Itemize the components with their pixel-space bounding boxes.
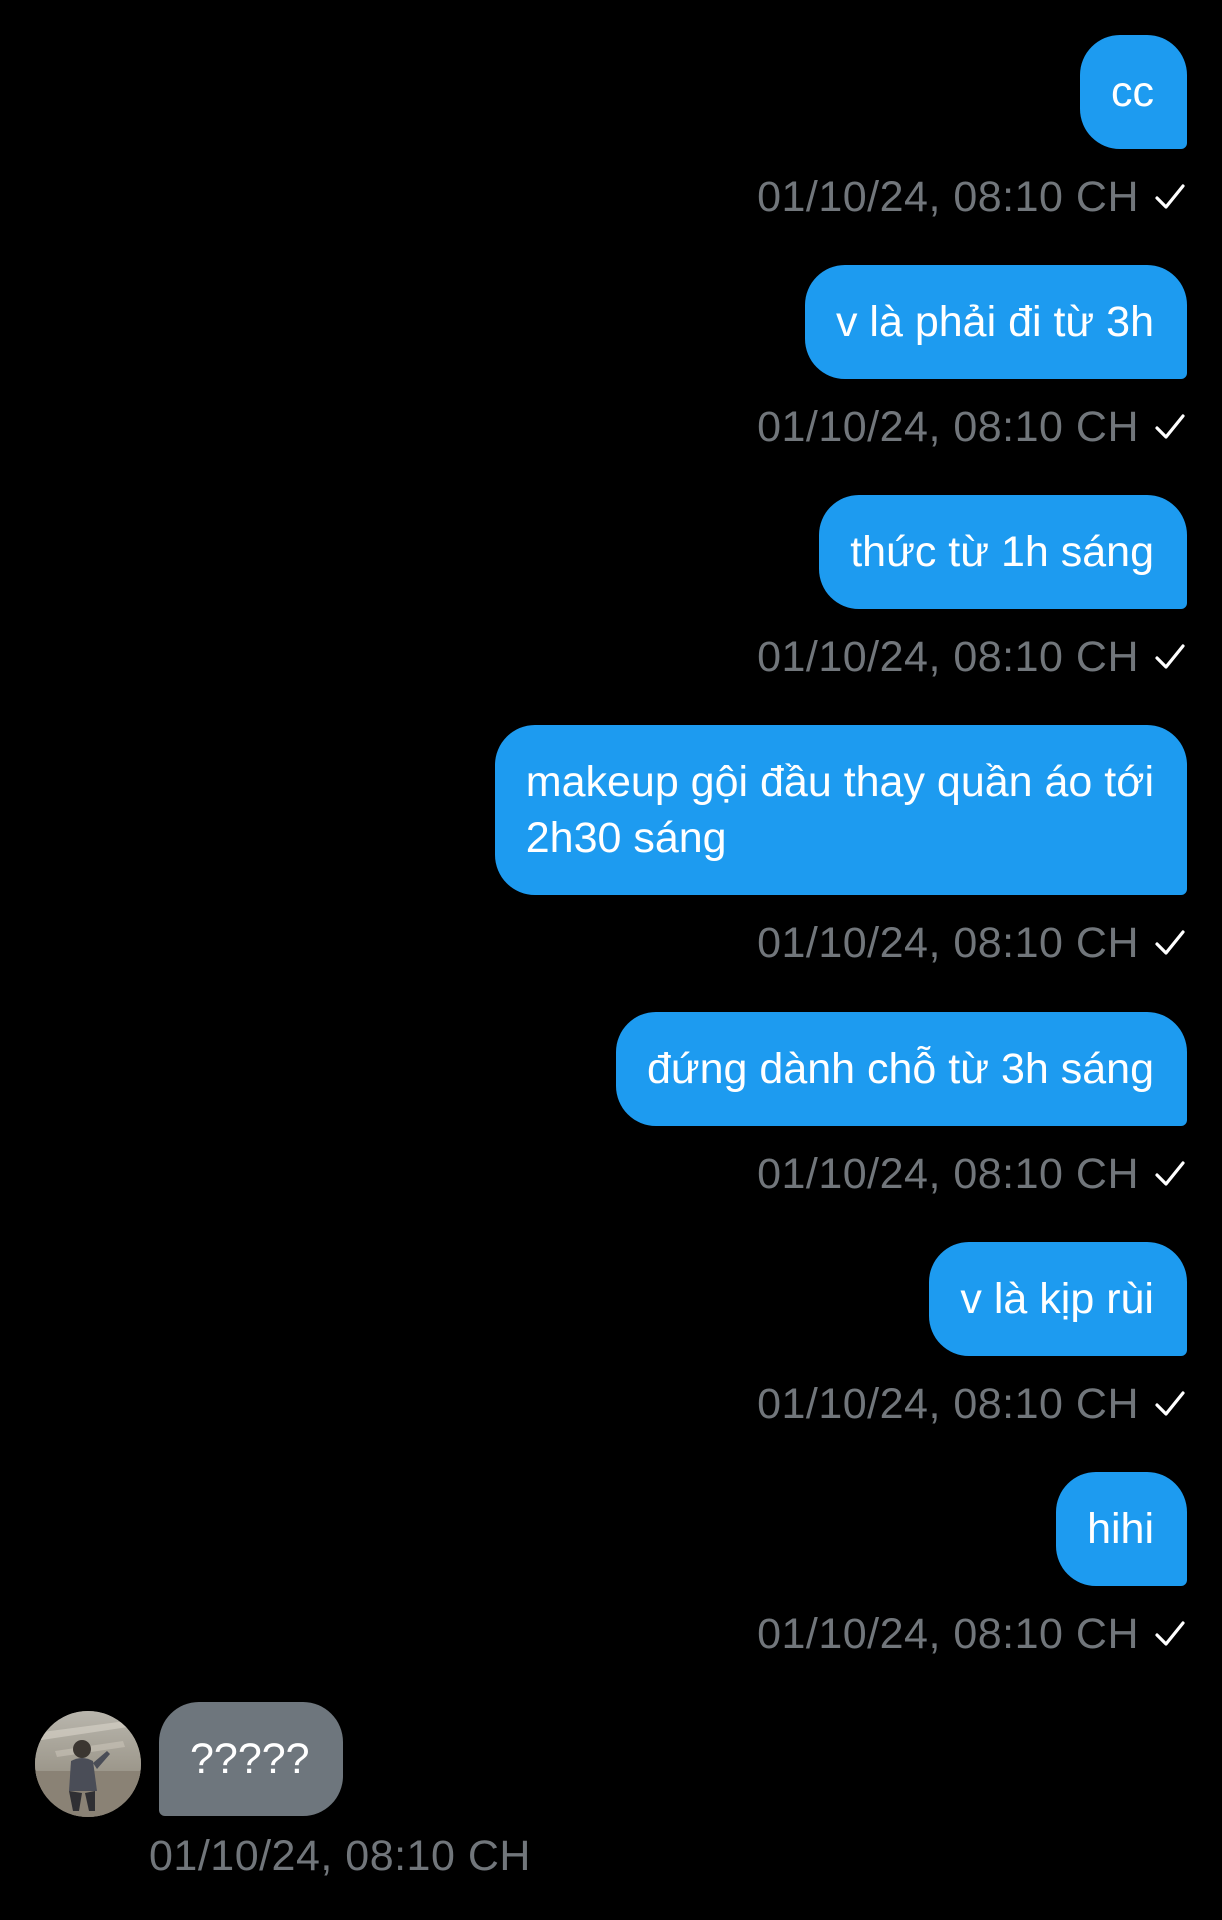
message-outgoing: makeup gội đầu thay quần áo tới 2h30 sán… (494, 725, 1187, 971)
checkmark-icon (1153, 410, 1187, 444)
message-outgoing: đứng dành chỗ từ 3h sáng 01/10/24, 08:10… (615, 1012, 1187, 1202)
checkmark-icon (1153, 640, 1187, 674)
message-outgoing: v là phải đi từ 3h 01/10/24, 08:10 CH (757, 265, 1187, 455)
message-timestamp: 01/10/24, 08:10 CH (757, 403, 1139, 451)
message-outgoing: hihi 01/10/24, 08:10 CH (757, 1472, 1187, 1662)
user-avatar[interactable] (35, 1711, 141, 1817)
message-bubble[interactable]: ????? (159, 1702, 343, 1816)
message-bubble[interactable]: v là kịp rùi (929, 1242, 1187, 1356)
message-meta: 01/10/24, 08:10 CH (757, 399, 1187, 455)
message-outgoing: v là kịp rùi 01/10/24, 08:10 CH (757, 1242, 1187, 1432)
message-timestamp: 01/10/24, 08:10 CH (757, 919, 1139, 967)
message-timestamp: 01/10/24, 08:10 CH (757, 173, 1139, 221)
message-incoming: ????? 01/10/24, 08:10 CH (35, 1700, 735, 1890)
chat-conversation: cc 01/10/24, 08:10 CH v là phải đi từ 3h… (0, 0, 1222, 1920)
message-timestamp: 01/10/24, 08:10 CH (757, 1150, 1139, 1198)
message-meta: 01/10/24, 08:10 CH (757, 1376, 1187, 1432)
message-timestamp: 01/10/24, 08:10 CH (757, 1380, 1139, 1428)
message-bubble[interactable]: hihi (1056, 1472, 1187, 1586)
message-outgoing: thức từ 1h sáng 01/10/24, 08:10 CH (757, 495, 1187, 685)
message-bubble[interactable]: makeup gội đầu thay quần áo tới 2h30 sán… (494, 725, 1187, 895)
message-meta: 01/10/24, 08:10 CH (757, 1146, 1187, 1202)
checkmark-icon (1153, 1617, 1187, 1651)
message-timestamp: 01/10/24, 08:10 CH (149, 1832, 531, 1880)
checkmark-icon (1153, 1387, 1187, 1421)
message-bubble[interactable]: v là phải đi từ 3h (804, 265, 1187, 379)
checkmark-icon (1153, 180, 1187, 214)
message-outgoing: cc 01/10/24, 08:10 CH (757, 35, 1187, 225)
message-meta: 01/10/24, 08:10 CH (757, 169, 1187, 225)
message-meta: 01/10/24, 08:10 CH (757, 915, 1187, 971)
message-bubble[interactable]: cc (1080, 35, 1187, 149)
message-timestamp: 01/10/24, 08:10 CH (757, 1610, 1139, 1658)
message-meta: 01/10/24, 08:10 CH (757, 629, 1187, 685)
message-meta: 01/10/24, 08:10 CH (757, 1606, 1187, 1662)
checkmark-icon (1153, 1157, 1187, 1191)
checkmark-icon (1153, 926, 1187, 960)
message-timestamp: 01/10/24, 08:10 CH (757, 633, 1139, 681)
message-bubble[interactable]: thức từ 1h sáng (819, 495, 1187, 609)
message-bubble[interactable]: đứng dành chỗ từ 3h sáng (615, 1012, 1187, 1126)
